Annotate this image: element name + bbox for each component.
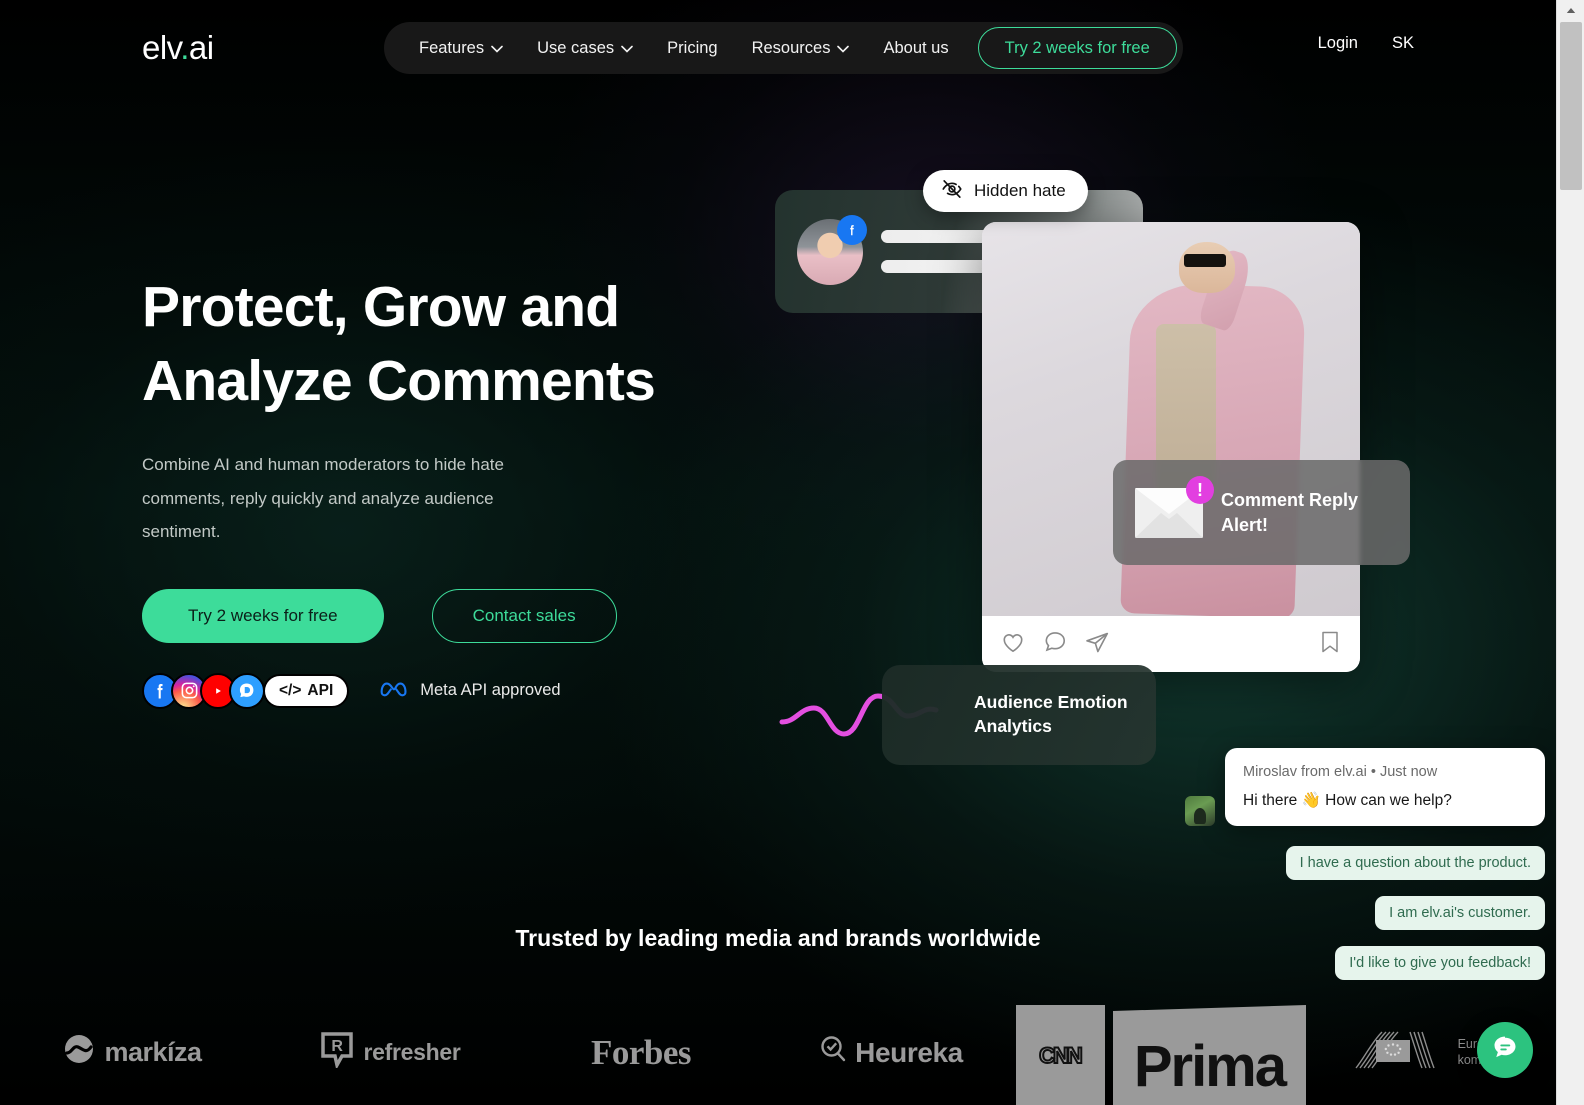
audience-emotion-card: Audience Emotion Analytics	[882, 665, 1156, 765]
share-icon[interactable]	[1084, 629, 1110, 660]
nav-item-label: Features	[419, 38, 485, 57]
chevron-down-icon	[837, 39, 850, 58]
nav-item-use-cases[interactable]: Use cases	[520, 22, 650, 74]
nav-item-resources[interactable]: Resources	[735, 22, 867, 74]
markiza-mark-icon	[64, 1034, 94, 1071]
post-actions-right	[1318, 629, 1342, 660]
chat-greeting-message: Hi there 👋 How can we help?	[1243, 792, 1452, 809]
photo-subject-head	[1178, 241, 1236, 293]
nav-item-label: Pricing	[667, 38, 718, 57]
nav-item-features[interactable]: Features	[402, 22, 520, 74]
api-badge-label: API	[307, 681, 334, 699]
meta-infinity-icon	[379, 678, 409, 703]
commenter-avatar-wrap	[797, 214, 867, 285]
logo-suffix: ai	[188, 29, 214, 66]
envelope-wrap: !	[1135, 475, 1214, 538]
logo-forbes: Forbes	[516, 1033, 766, 1073]
scroll-up-arrow-icon[interactable]	[1557, 0, 1584, 20]
logo-text: elv	[142, 29, 181, 66]
nav-right-group: Login SK	[1318, 34, 1414, 53]
refresher-mark-icon: R	[321, 1031, 354, 1074]
facebook-badge-icon	[837, 214, 867, 245]
nav-item-about-us[interactable]: About us	[866, 22, 965, 74]
cnn-mark: CNN	[1016, 1005, 1105, 1105]
comment-icon[interactable]	[1042, 629, 1068, 660]
prima-label: Prima	[1112, 1005, 1306, 1105]
language-selector[interactable]: SK	[1392, 34, 1414, 53]
chat-bubble-icon	[1491, 1034, 1519, 1067]
heureka-mark-icon	[819, 1035, 847, 1070]
page-title: Protect, Grow and Analyze Comments	[142, 270, 762, 418]
meta-approved-label: Meta API approved	[420, 681, 561, 700]
try-free-button[interactable]: Try 2 weeks for free	[142, 588, 384, 643]
code-icon: </>	[279, 681, 302, 699]
quick-reply-option[interactable]: I have a question about the product.	[1285, 846, 1545, 880]
alert-badge: !	[1186, 475, 1214, 504]
headline-line-1: Protect, Grow and	[142, 275, 620, 339]
heureka-label: Heureka	[855, 1036, 963, 1068]
chat-widget: Miroslav from elv.ai • Just now Hi there…	[1185, 748, 1545, 980]
nav-item-pricing[interactable]: Pricing	[650, 22, 734, 74]
svg-text:CNN: CNN	[1040, 1043, 1083, 1068]
quick-reply-option[interactable]: I am elv.ai's customer.	[1375, 896, 1545, 930]
emotion-card-title: Audience Emotion Analytics	[974, 692, 1128, 736]
chevron-down-icon	[491, 39, 503, 58]
hero-content: Protect, Grow and Analyze Comments Combi…	[142, 270, 762, 709]
nav-item-label: Use cases	[537, 38, 615, 57]
instagram-post-card	[982, 222, 1360, 672]
headline-line-2: Analyze Comments	[142, 349, 656, 414]
alert-title: Comment Reply Alert!	[1221, 490, 1359, 535]
brand-logo[interactable]: elv.ai	[142, 28, 214, 68]
hero-cta-row: Try 2 weeks for free Contact sales	[142, 588, 762, 643]
page-scrollbar[interactable]	[1556, 0, 1584, 1105]
hidden-hate-label: Hidden hate	[974, 181, 1066, 200]
eu-flag-icon	[1352, 1024, 1448, 1081]
logo-refresher: R refresher	[266, 1031, 516, 1074]
platform-badges-row: </> API Meta API approved	[142, 672, 762, 709]
nav-item-label: Resources	[751, 38, 831, 57]
nav-trial-button[interactable]: Try 2 weeks for free	[977, 27, 1177, 69]
comment-reply-alert-card: ! Comment Reply Alert!	[1113, 460, 1410, 565]
top-navigation: elv.ai Features Use cases Pricing Resour…	[0, 0, 1556, 96]
chat-agent-meta: Miroslav from elv.ai • Just now	[1243, 764, 1438, 780]
hero-subheading: Combine AI and human moderators to hide …	[142, 455, 504, 542]
quick-reply-option[interactable]: I'd like to give you feedback!	[1335, 946, 1545, 980]
nav-item-label: About us	[883, 38, 949, 57]
chevron-down-icon	[621, 39, 633, 58]
bookmark-icon[interactable]	[1318, 631, 1342, 659]
chat-quick-replies: I have a question about the product. I a…	[1185, 846, 1545, 980]
chat-greeting-row: Miroslav from elv.ai • Just now Hi there…	[1185, 748, 1545, 826]
refresher-label: refresher	[363, 1039, 461, 1065]
disqus-icon	[229, 672, 265, 709]
svg-text:R: R	[332, 1038, 344, 1055]
markiza-label: markíza	[104, 1037, 202, 1067]
hidden-hate-badge: Hidden hate	[923, 170, 1088, 212]
cnn-logo-icon: CNN	[1039, 1042, 1086, 1069]
nav-pill: Features Use cases Pricing Resources Abo…	[384, 22, 1183, 74]
forbes-label: Forbes	[590, 1032, 692, 1072]
chat-greeting-card[interactable]: Miroslav from elv.ai • Just now Hi there…	[1225, 748, 1545, 826]
post-actions-left	[1000, 629, 1110, 660]
meta-approved-group: Meta API approved	[379, 678, 561, 703]
heart-icon[interactable]	[1000, 629, 1026, 660]
chat-launcher-button[interactable]	[1477, 1022, 1533, 1078]
page-root: elv.ai Features Use cases Pricing Resour…	[0, 0, 1556, 1105]
agent-avatar	[1185, 796, 1215, 826]
hero-illustration: Hidden hate ! Comment Reply Alert! Audie…	[770, 150, 1470, 830]
login-link[interactable]: Login	[1318, 34, 1358, 53]
scrollbar-thumb[interactable]	[1560, 22, 1582, 190]
logo-dot: .	[180, 29, 189, 66]
post-action-bar	[982, 616, 1360, 672]
logo-cnn-prima: CNN Prima	[1016, 1000, 1306, 1105]
photo-subject-glasses	[1184, 254, 1226, 267]
client-logos-row: markíza R refresher Forbes Heureka CNN P…	[0, 1000, 1556, 1105]
eye-off-icon	[941, 178, 963, 205]
contact-sales-button[interactable]: Contact sales	[431, 588, 617, 643]
logo-markiza: markíza	[0, 1034, 266, 1071]
logo-heureka: Heureka	[766, 1035, 1016, 1070]
api-badge: </> API	[263, 673, 350, 708]
